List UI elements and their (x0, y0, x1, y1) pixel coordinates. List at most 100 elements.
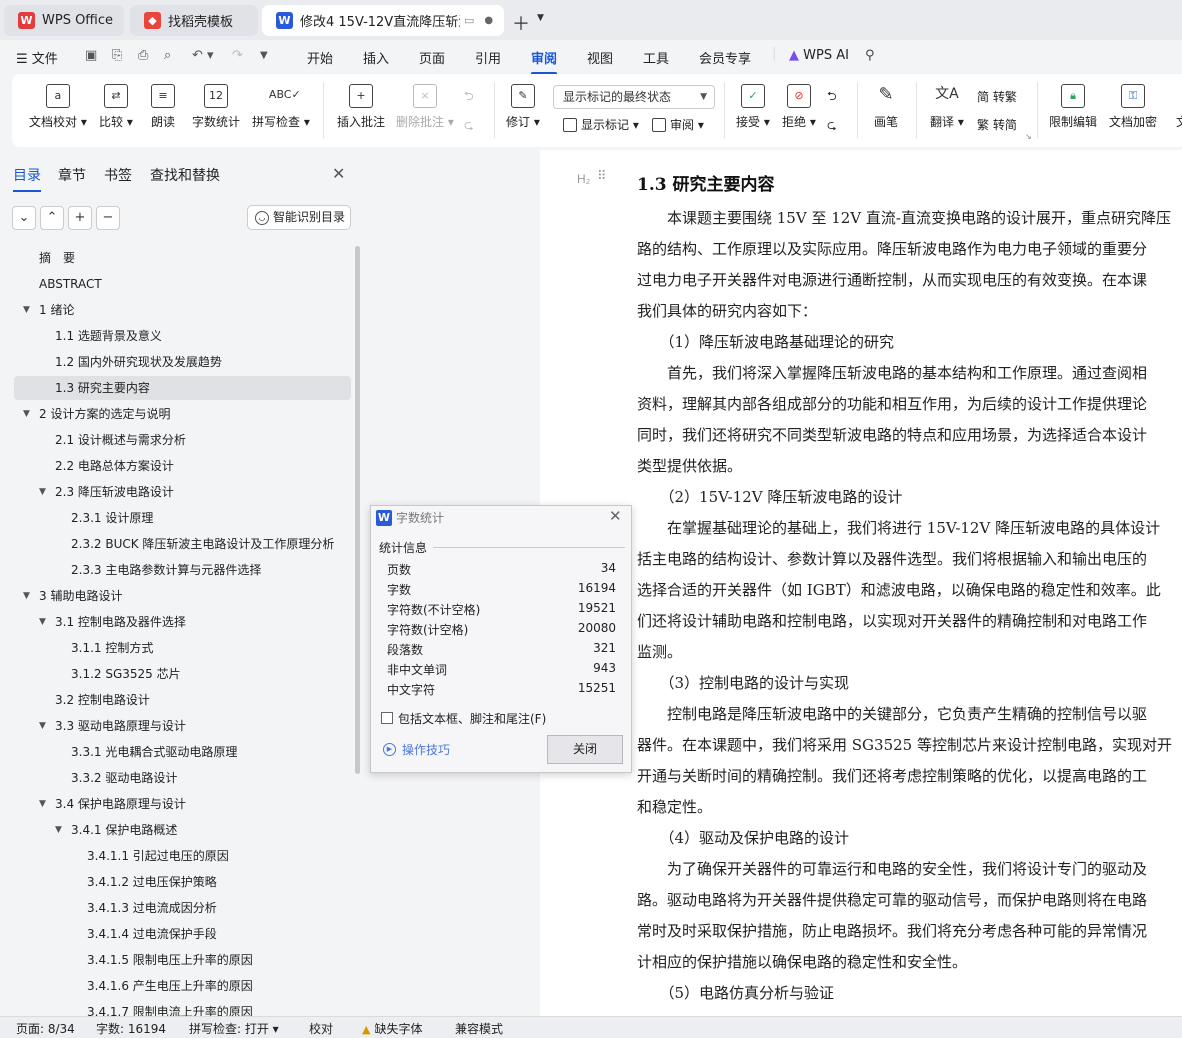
show-markup-button[interactable]: 显示标记 ▾ (563, 116, 639, 133)
word-count-indicator[interactable]: 字数: 16194 (96, 1020, 166, 1037)
accept-button[interactable]: ✓ 接受 ▾ (736, 84, 770, 130)
prev-comment-icon[interactable]: ⮌ (464, 87, 474, 108)
include-textbox-checkbox[interactable] (381, 712, 393, 724)
toc-scrollbar[interactable] (355, 246, 360, 774)
quick-access-chevron-icon[interactable]: ▼ (260, 50, 268, 61)
tab-find-replace[interactable]: 查找和替换 (150, 165, 220, 185)
unsaved-dot-icon[interactable]: ● (484, 15, 493, 26)
toc-item[interactable]: 2.2 电路总体方案设计 (14, 454, 351, 478)
close-button[interactable]: 关闭 (547, 735, 623, 764)
dialog-launcher-icon[interactable]: ↘ (1025, 132, 1032, 141)
smart-toc-button[interactable]: ◡ 智能识别目录 (247, 205, 351, 230)
delete-comment-button[interactable]: × 删除批注 ▾ (396, 84, 454, 130)
redo-icon[interactable]: ↷ (232, 48, 243, 63)
toc-item[interactable]: 3.4.1.6 产生电压上升率的原因 (14, 974, 351, 998)
next-comment-icon[interactable]: ⮎ (464, 116, 474, 137)
next-change-icon[interactable]: ⮎ (827, 116, 837, 137)
toc-item[interactable]: ABSTRACT (14, 272, 351, 296)
revise-button[interactable]: ✎ 修订 ▾ (506, 84, 540, 130)
expand-toggle-icon[interactable]: ▼ (39, 480, 46, 504)
expand-toggle-icon[interactable]: ▼ (23, 298, 30, 322)
more-ribbon-button[interactable]: 文 (1170, 84, 1182, 130)
toc-item[interactable]: 3.1.1 控制方式 (14, 636, 351, 660)
proof-button[interactable]: 校对 (309, 1020, 333, 1037)
tab-templates[interactable]: ◆ 找稻壳模板 (130, 5, 258, 36)
menu-item-membership[interactable]: 会员专享 (699, 48, 751, 67)
doc-proof-button[interactable]: a 文档校对 ▾ (29, 84, 87, 130)
undo-icon[interactable]: ↶ ▾ (192, 48, 214, 63)
file-menu[interactable]: ☰ 文件 (16, 48, 58, 67)
toc-item[interactable]: 3.2 控制电路设计 (14, 688, 351, 712)
toc-item[interactable]: 3.4.1.7 限制电流上升率的原因 (14, 1000, 351, 1016)
menu-item-page[interactable]: 页面 (419, 48, 445, 67)
spell-check-toggle[interactable]: 拼写检查: 打开 ▾ (189, 1020, 279, 1037)
toc-item[interactable]: 3.4.1.1 引起过电压的原因 (14, 844, 351, 868)
expand-toggle-icon[interactable]: ▼ (55, 818, 62, 842)
wps-ai-button[interactable]: ▲ WPS AI (789, 48, 849, 63)
menu-item-view[interactable]: 视图 (587, 48, 613, 67)
expand-toggle-icon[interactable]: ▼ (23, 584, 30, 608)
menu-item-start[interactable]: 开始 (307, 48, 333, 67)
toc-item[interactable]: 1.1 选题背景及意义 (14, 324, 351, 348)
translate-button[interactable]: 文A 翻译 ▾ (930, 84, 964, 130)
toc-item[interactable]: ▼ 3.4.1 保护电路概述 (14, 818, 351, 842)
toc-item[interactable]: 2.3.1 设计原理 (14, 506, 351, 530)
menu-item-tools[interactable]: 工具 (643, 48, 669, 67)
toc-item[interactable]: 2.3.3 主电路参数计算与元器件选择 (14, 558, 351, 582)
toc-item[interactable]: 2.3.2 BUCK 降压斩波主电路设计及工作原理分析 (14, 532, 351, 556)
toc-item[interactable]: 3.1.2 SG3525 芯片 (14, 662, 351, 686)
review-pane-button[interactable]: 审阅 ▾ (652, 116, 704, 133)
expand-toggle-icon[interactable]: ▼ (39, 610, 46, 634)
page-indicator[interactable]: 页面: 8/34 (16, 1020, 75, 1037)
read-aloud-button[interactable]: ≡ 朗读 (151, 84, 175, 130)
toc-item[interactable]: ▼ 2 设计方案的选定与说明 (14, 402, 351, 426)
toc-item[interactable]: 3.4.1.2 过电压保护策略 (14, 870, 351, 894)
toc-item[interactable]: 3.4.1.5 限制电压上升率的原因 (14, 948, 351, 972)
collapse-all-button[interactable]: ⌄ (12, 206, 36, 230)
export-icon[interactable]: ⎘ (112, 48, 122, 63)
toc-item[interactable]: 摘 要 (14, 246, 351, 270)
close-icon[interactable]: ✕ (332, 164, 345, 183)
toc-item[interactable]: ▼ 2.3 降压斩波电路设计 (14, 480, 351, 504)
expand-toggle-icon[interactable]: ▼ (39, 714, 46, 738)
toc-item[interactable]: ▼ 3.4 保护电路原理与设计 (14, 792, 351, 816)
compare-button[interactable]: ⇄ 比较 ▾ (99, 84, 133, 130)
print-preview-icon[interactable]: ⌕ (164, 48, 171, 63)
spell-check-button[interactable]: ABC✓ 拼写检查 ▾ (252, 84, 310, 130)
drag-handle-icon[interactable]: ⠿ (597, 169, 606, 184)
prev-change-icon[interactable]: ⮌ (827, 87, 837, 108)
close-icon[interactable]: ✕ (609, 507, 622, 525)
toc-item[interactable]: 3.3.1 光电耦合式驱动电路原理 (14, 740, 351, 764)
toc-item[interactable]: 1.3 研究主要内容 (14, 376, 351, 400)
toc-item[interactable]: 2.1 设计概述与需求分析 (14, 428, 351, 452)
new-tab-icon[interactable]: ＋ (512, 10, 530, 36)
word-count-button[interactable]: 12 字数统计 (192, 84, 240, 130)
missing-font-button[interactable]: ▲ 缺失字体 (362, 1020, 422, 1037)
menu-item-review[interactable]: 审阅 (531, 48, 558, 75)
menu-item-insert[interactable]: 插入 (363, 48, 389, 67)
toc-item[interactable]: 3.4.1.3 过电流成因分析 (14, 896, 351, 920)
to-traditional-button[interactable]: 简 转繁 (977, 88, 1017, 105)
to-simplified-button[interactable]: 繁 转简 (977, 116, 1017, 133)
expand-toggle-icon[interactable]: ▼ (39, 792, 46, 816)
pen-button[interactable]: ✎ 画笔 (874, 84, 898, 130)
expand-up-button[interactable]: ⌃ (40, 206, 64, 230)
tab-toc[interactable]: 目录 (13, 165, 41, 192)
restrict-edit-button[interactable]: 🔒︎ 限制编辑 (1049, 84, 1097, 130)
toc-item[interactable]: ▼ 3.1 控制电路及器件选择 (14, 610, 351, 634)
toc-item[interactable]: ▼ 3.3 驱动电路原理与设计 (14, 714, 351, 738)
tab-bookmarks[interactable]: 书签 (104, 165, 132, 185)
remove-heading-button[interactable]: − (96, 206, 120, 230)
insert-comment-button[interactable]: + 插入批注 (337, 84, 385, 130)
toc-item[interactable]: 1.2 国内外研究现状及发展趋势 (14, 350, 351, 374)
include-textbox-label[interactable]: 包括文本框、脚注和尾注(F) (398, 710, 546, 727)
markup-mode-select[interactable]: 显示标记的最终状态 ▼ (553, 85, 715, 109)
toc-item[interactable]: 3.3.2 驱动电路设计 (14, 766, 351, 790)
expand-toggle-icon[interactable]: ▼ (23, 402, 30, 426)
tab-sections[interactable]: 章节 (58, 165, 86, 185)
toc-item[interactable]: ▼ 3 辅助电路设计 (14, 584, 351, 608)
tab-wps-office[interactable]: W WPS Office (4, 5, 124, 36)
tab-document[interactable]: W 修改4 15V-12V直流降压斩波电 ▭ ● (262, 5, 504, 36)
menu-item-reference[interactable]: 引用 (475, 48, 501, 67)
doc-encrypt-button[interactable]: ⚿ 文档加密 (1109, 84, 1157, 130)
